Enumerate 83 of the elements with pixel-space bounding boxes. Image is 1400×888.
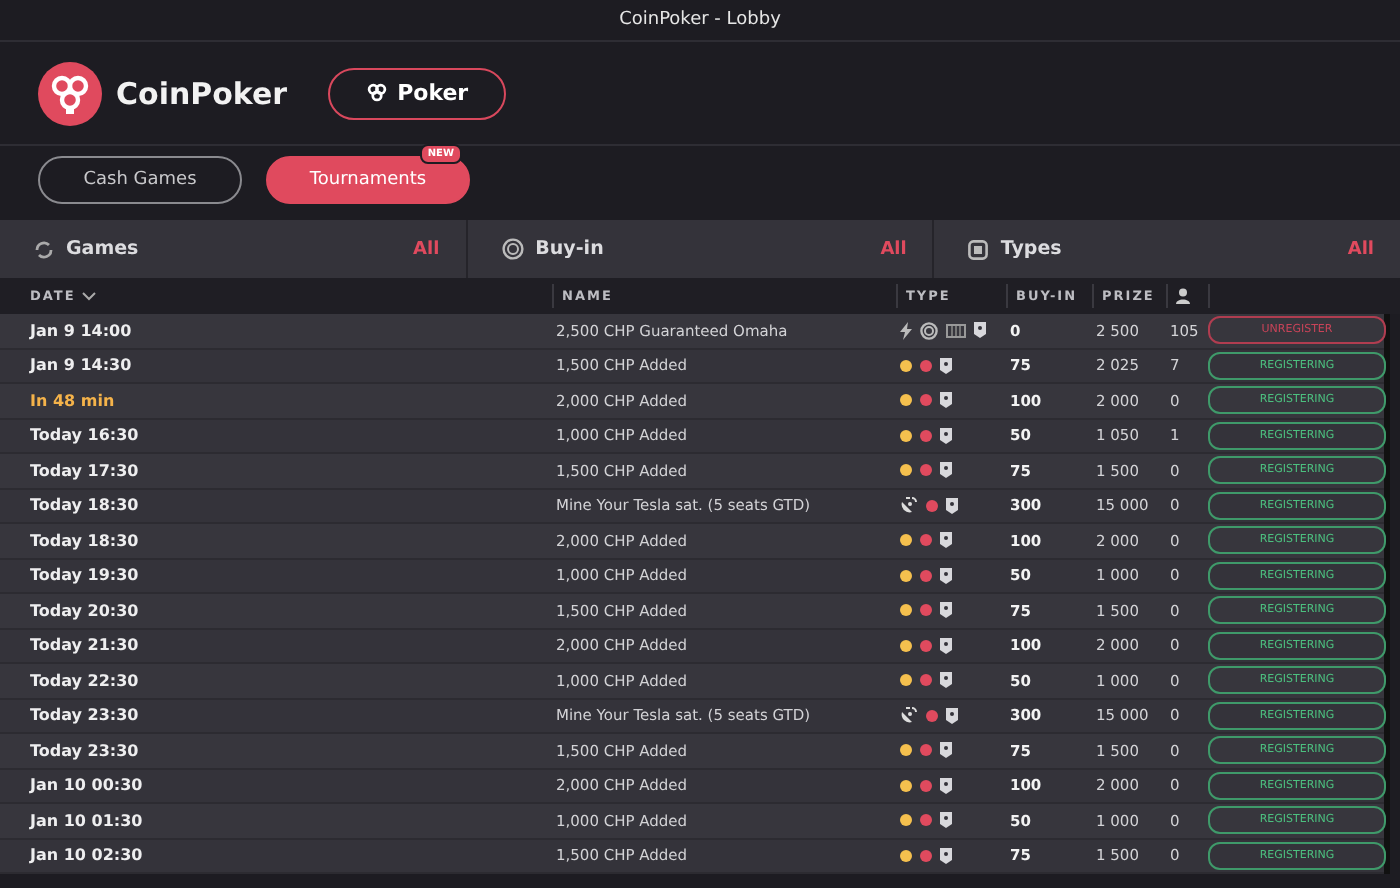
filter-value[interactable]: All — [880, 239, 907, 259]
date-cell-text: Today 23:30 — [28, 706, 141, 725]
status-dot — [900, 744, 912, 757]
shield-icon — [940, 532, 952, 549]
lightning-icon — [900, 321, 912, 340]
shield-icon — [940, 392, 952, 409]
tab[interactable]: Tournaments — [266, 156, 470, 204]
status-dot — [900, 464, 912, 477]
chip-icon — [501, 238, 524, 260]
shield-icon — [940, 637, 952, 654]
brand-name: CoinPoker — [116, 75, 288, 111]
status-dot — [920, 604, 932, 617]
shield-icon — [940, 462, 952, 479]
date-cell-text: Jan 9 14:00 — [27, 321, 134, 340]
date-cell-text: Jan 10 02:30 — [27, 846, 145, 865]
filter-label: Types — [1000, 238, 1064, 260]
poker-button[interactable]: Poker — [327, 67, 507, 119]
tab[interactable]: Cash Games — [38, 156, 242, 204]
square-icon — [968, 239, 989, 259]
date-cell-text: Today 20:30 — [28, 601, 141, 620]
status-dot — [920, 394, 932, 407]
satellite-icon — [900, 496, 918, 515]
shield-icon — [940, 812, 952, 829]
status-dot — [900, 534, 912, 547]
status-dot — [920, 779, 932, 792]
status-dot — [900, 639, 912, 652]
date-cell-text: Today 16:30 — [28, 426, 141, 445]
date-cell-text: Jan 9 14:30 — [27, 356, 134, 375]
status-dot — [920, 359, 932, 372]
status-dot — [920, 534, 932, 547]
person-icon — [1176, 288, 1190, 304]
filter-value[interactable]: All — [413, 239, 440, 259]
status-dot — [900, 674, 912, 687]
status-dot — [920, 744, 932, 757]
date-cell-text: Today 21:30 — [28, 636, 141, 655]
date-cell-text: Today 18:30 — [28, 496, 141, 515]
status-dot — [920, 569, 932, 582]
status-dot — [926, 709, 938, 722]
status-dot — [920, 429, 932, 442]
status-dot — [900, 779, 912, 792]
status-dot — [900, 359, 912, 372]
date-cell-text: Jan 10 00:30 — [27, 776, 145, 795]
satellite-icon — [900, 706, 918, 725]
shield-icon — [940, 567, 952, 584]
date-cell-text: Today 23:30 — [28, 741, 141, 760]
status-dot — [920, 639, 932, 652]
refresh-icon — [34, 239, 54, 259]
status-dot — [900, 569, 912, 582]
ticket-icon — [946, 323, 966, 338]
chip-icon — [920, 321, 938, 340]
shield-icon — [940, 672, 952, 689]
window-title: CoinPoker - Lobby — [619, 10, 781, 30]
shield-icon — [940, 427, 952, 444]
shield-icon — [946, 707, 958, 724]
status-dot — [926, 499, 938, 512]
status-dot — [900, 849, 912, 862]
status-dot — [920, 849, 932, 862]
status-dot — [900, 429, 912, 442]
shield-icon — [946, 497, 958, 514]
status-dot — [920, 674, 932, 687]
status-dot — [900, 394, 912, 407]
date-cell-text: In 48 min — [28, 391, 117, 410]
date-cell-text: Today 17:30 — [28, 461, 141, 480]
date-cell-text: Today 22:30 — [28, 671, 141, 690]
filter-label: Buy-in — [535, 238, 606, 260]
logo-icon — [38, 61, 102, 125]
date-cell-text: Today 19:30 — [28, 566, 141, 585]
shield-icon — [940, 777, 952, 794]
shield-icon — [940, 602, 952, 619]
filter-label: Games — [66, 238, 141, 260]
status-dot — [920, 814, 932, 827]
shield-icon — [940, 742, 952, 759]
shield-icon — [940, 847, 952, 864]
status-dot — [900, 604, 912, 617]
filter-value[interactable]: All — [1347, 239, 1375, 259]
status-dot — [900, 814, 912, 827]
date-cell-text: Jan 10 01:30 — [27, 811, 145, 830]
shield-icon — [940, 357, 952, 374]
date-cell-text: Today 18:30 — [28, 531, 141, 550]
clover-icon — [365, 82, 388, 104]
shield-icon — [974, 322, 986, 339]
status-dot — [920, 464, 932, 477]
chevron-icon — [81, 291, 96, 301]
